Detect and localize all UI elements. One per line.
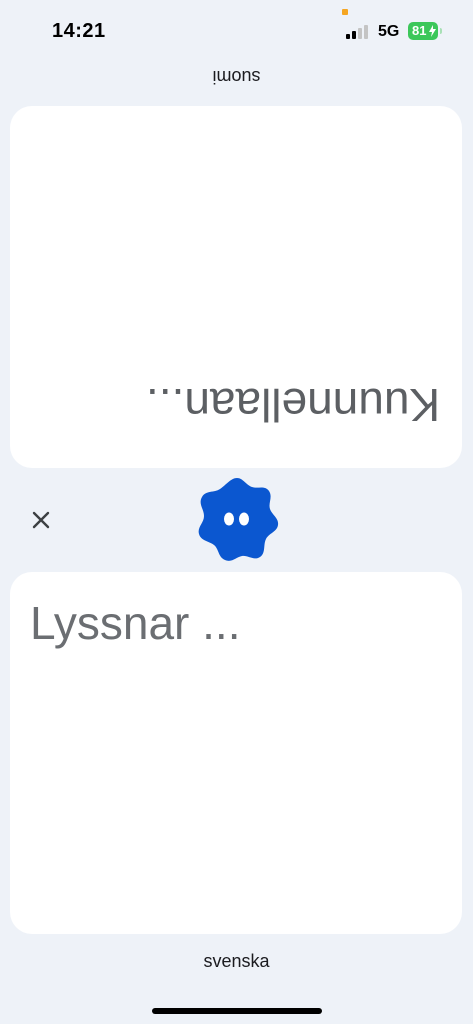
network-type: 5G: [378, 23, 400, 40]
top-transcript-card: Kuunnellaan...: [10, 106, 462, 468]
top-language-label[interactable]: suomi: [0, 62, 473, 92]
status-bar: 14:21 5G 81: [0, 0, 473, 60]
privacy-indicator-dot: [342, 9, 348, 15]
bottom-listening-text: Lyssnar ...: [30, 597, 241, 649]
status-time: 14:21: [52, 20, 106, 42]
battery-percent: 81: [412, 23, 427, 38]
cellular-signal-icon: [346, 23, 370, 39]
close-icon: [32, 511, 50, 529]
close-button[interactable]: [26, 505, 56, 535]
top-listening-text: Kuunnellaan...: [145, 379, 440, 431]
battery-icon: 81: [408, 22, 438, 40]
listening-mic-button[interactable]: [192, 474, 282, 564]
charging-bolt-icon: [429, 25, 436, 37]
battery-cap: [440, 28, 442, 34]
bottom-transcript-card: Lyssnar ...: [10, 572, 462, 934]
bottom-language-label[interactable]: svenska: [0, 946, 473, 976]
listening-blob-icon: [198, 478, 279, 561]
home-indicator[interactable]: [152, 1008, 322, 1014]
